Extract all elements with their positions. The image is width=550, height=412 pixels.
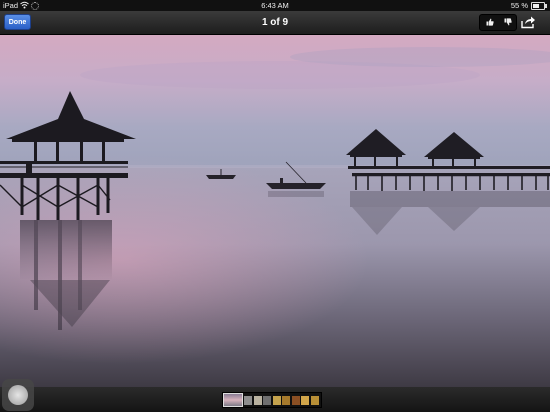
thumbnail-filmstrip [0, 387, 550, 412]
thumbnail[interactable] [310, 396, 319, 405]
photo-counter-title: 1 of 9 [261, 17, 289, 28]
thumbs-down-icon [504, 18, 512, 26]
thumbs-down-button[interactable] [499, 15, 517, 30]
thumbnail[interactable] [272, 396, 281, 405]
thumbs-up-icon [486, 18, 494, 26]
status-time: 6:43 AM [261, 1, 289, 10]
thumbs-up-button[interactable] [481, 15, 499, 30]
assistive-touch-icon [8, 385, 28, 405]
thumbnail[interactable] [263, 396, 271, 405]
done-button[interactable]: Done [4, 14, 31, 30]
pier-photo [0, 35, 550, 387]
vote-segmented-control [479, 14, 517, 31]
photo-view[interactable] [0, 35, 550, 387]
status-bar: iPad 6:43 AM 55 % [0, 0, 550, 11]
battery-percent: 55 % [510, 1, 528, 10]
thumbnail-current[interactable] [223, 393, 243, 407]
navigation-bar: Done 1 of 9 [0, 11, 550, 35]
thumbnail[interactable] [253, 396, 262, 405]
share-button[interactable] [520, 15, 538, 30]
thumbnail[interactable] [282, 396, 290, 405]
battery-icon [531, 2, 547, 10]
filmstrip-track[interactable] [222, 392, 322, 408]
thumbnail[interactable] [301, 396, 309, 405]
assistive-touch-button[interactable] [2, 379, 34, 411]
thumbnail[interactable] [244, 396, 252, 405]
thumbnail[interactable] [291, 396, 300, 405]
share-icon [521, 16, 535, 29]
